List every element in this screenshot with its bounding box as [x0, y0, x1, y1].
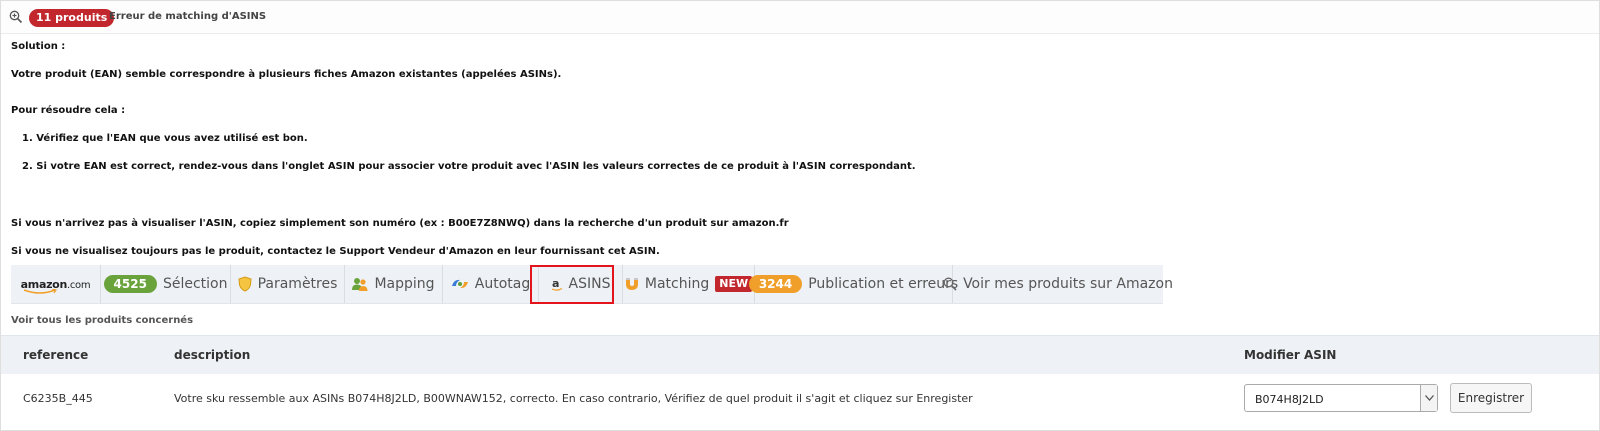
tab-mapping-label: Mapping	[374, 276, 435, 292]
shield-icon	[238, 276, 252, 292]
row-reference: C6235B_445	[23, 392, 93, 405]
tab-asins-label: ASINS	[568, 276, 611, 292]
tab-asins[interactable]: a ASINS	[539, 265, 623, 303]
column-modify-asin: Modifier ASIN	[1244, 348, 1337, 362]
amazon-a-icon: a	[551, 277, 563, 291]
hint-2: Si vous ne visualisez toujours pas le pr…	[11, 246, 660, 257]
zoom-in-icon[interactable]	[9, 9, 25, 25]
tab-view-on-amazon-label: Voir mes produits sur Amazon	[963, 276, 1173, 292]
tab-publication-errors[interactable]: 3244 Publication et erreurs	[748, 265, 958, 303]
tab-amazon-logo[interactable]: amazon.com	[11, 265, 101, 303]
tab-autotag-label: Autotag	[474, 276, 531, 292]
asin-error-panel: 11 produits Erreur de matching d'ASINS S…	[0, 0, 1600, 431]
users-icon	[352, 276, 368, 292]
asin-select-value: B074H8J2LD	[1255, 393, 1324, 406]
error-header: 11 produits Erreur de matching d'ASINS	[1, 1, 1599, 34]
tab-publication-label: Publication et erreurs	[808, 276, 959, 292]
error-title: Erreur de matching d'ASINS	[109, 11, 267, 22]
product-count-badge[interactable]: 11 produits	[29, 9, 115, 27]
hint-1: Si vous n'arrivez pas à visualiser l'ASI…	[11, 218, 789, 229]
publication-count-badge: 3244	[748, 275, 803, 293]
amazon-module-tabbar: amazon.com 4525 Sélection Paramètres Map…	[11, 265, 1173, 304]
solution-label: Solution :	[11, 41, 66, 52]
selection-count-badge: 4525	[103, 275, 157, 293]
step-2: 2. Si votre EAN est correct, rendez-vous…	[22, 161, 916, 172]
column-description[interactable]: description	[174, 348, 250, 362]
tab-autotag[interactable]: Autotag	[443, 265, 539, 303]
tab-matching[interactable]: Matching NEW	[623, 265, 755, 303]
step-1: 1. Vérifiez que l'EAN que vous avez util…	[22, 133, 308, 144]
resolve-label: Pour résoudre cela :	[11, 105, 126, 116]
svg-text:a: a	[552, 277, 559, 290]
autotag-icon	[451, 277, 469, 291]
magnet-icon	[625, 277, 639, 291]
save-button[interactable]: Enregistrer	[1450, 383, 1532, 413]
table-row: C6235B_445 Votre sku ressemble aux ASINs…	[1, 374, 1599, 424]
search-icon	[943, 277, 957, 291]
tab-view-on-amazon[interactable]: Voir mes produits sur Amazon	[943, 265, 1173, 303]
asin-select[interactable]: B074H8J2LD	[1244, 384, 1438, 412]
row-description: Votre sku ressemble aux ASINs B074H8J2LD…	[174, 392, 973, 405]
message-line-1: Votre produit (EAN) semble correspondre …	[11, 69, 562, 80]
new-badge: NEW	[715, 276, 753, 292]
amazon-logo: amazon.com	[20, 277, 91, 294]
tab-matching-label: Matching	[644, 276, 710, 292]
tab-selection-label: Sélection	[162, 276, 228, 292]
chevron-down-icon[interactable]	[1420, 385, 1437, 411]
column-reference[interactable]: reference	[23, 348, 88, 362]
see-all-products-link[interactable]: Voir tous les produits concernés	[11, 315, 193, 326]
tab-mapping[interactable]: Mapping	[345, 265, 443, 303]
tab-settings[interactable]: Paramètres	[231, 265, 345, 303]
tab-selection[interactable]: 4525 Sélection	[101, 265, 231, 303]
tab-settings-label: Paramètres	[257, 276, 338, 292]
products-table-header: reference description Modifier ASIN	[1, 335, 1599, 375]
